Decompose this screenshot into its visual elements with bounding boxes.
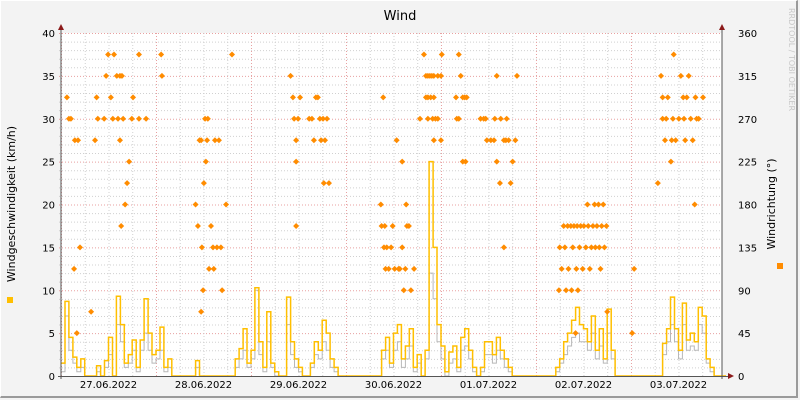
y-tick-label: 25 xyxy=(42,158,55,169)
y-tick-label: 5 xyxy=(49,329,55,340)
chart-title: Wind xyxy=(384,9,417,24)
y2-tick-label: 135 xyxy=(738,243,757,254)
y2-tick-label: 225 xyxy=(738,158,757,169)
x-tick-label: 02.07.2022 xyxy=(555,380,612,391)
y2-tick-label: 180 xyxy=(738,201,757,212)
y-axis-label: Windgeschwindigkeit (km/h) xyxy=(5,126,18,282)
y-tick-label: 40 xyxy=(42,29,55,40)
y-tick-label: 35 xyxy=(42,72,55,83)
y2-tick-label: 45 xyxy=(738,329,751,340)
y2-tick-label: 0 xyxy=(738,372,744,383)
y-tick-label: 10 xyxy=(42,286,55,297)
x-tick-label: 01.07.2022 xyxy=(460,380,517,391)
y2-tick-label: 360 xyxy=(738,29,757,40)
x-tick-label: 28.06.2022 xyxy=(175,380,232,391)
y2-axis-label: Windrichtung (°) xyxy=(765,158,778,249)
y2-tick-label: 90 xyxy=(738,286,751,297)
x-tick-label: 30.06.2022 xyxy=(365,380,422,391)
y-tick-label: 0 xyxy=(49,372,55,383)
y-tick-label: 30 xyxy=(42,115,55,126)
y2-tick-label: 315 xyxy=(738,72,757,83)
x-tick-label: 03.07.2022 xyxy=(650,380,707,391)
y-tick-label: 15 xyxy=(42,243,55,254)
y2-tick-label: 270 xyxy=(738,115,757,126)
y-tick-label: 20 xyxy=(42,201,55,212)
x-tick-label: 27.06.2022 xyxy=(80,380,137,391)
plot-area xyxy=(61,33,722,376)
legend-speed-marker xyxy=(7,297,13,303)
x-axis-arrow-icon xyxy=(728,373,734,379)
wind-chart: Wind Windgeschwindigkeit (km/h) Windrich… xyxy=(5,8,796,391)
y-axis-arrow-icon xyxy=(58,24,64,30)
watermark: RRDTOOL / TOBI OETIKER xyxy=(787,8,796,111)
legend-direction-marker xyxy=(777,263,783,269)
x-tick-label: 29.06.2022 xyxy=(270,380,327,391)
y2-axis-arrow-icon xyxy=(719,24,725,30)
